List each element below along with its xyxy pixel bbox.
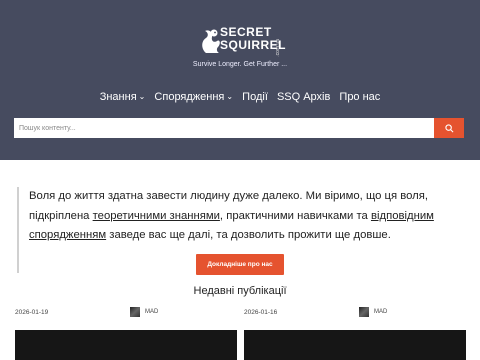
site-tagline: Survive Longer. Get Further ... (192, 61, 288, 68)
avatar (130, 307, 140, 317)
avatar (359, 307, 369, 317)
chevron-down-icon: ⌄ (138, 92, 146, 101)
nav-item-label: Знання (99, 91, 137, 103)
nav-item-label: Події (242, 91, 268, 103)
post-author[interactable]: MAD (130, 307, 158, 317)
logo-text-secret: SECRET (220, 25, 272, 39)
search-bar (14, 118, 464, 138)
nav-item-label: Спорядження (154, 91, 225, 103)
nav-item-pro-nas[interactable]: Про нас (339, 91, 380, 103)
recent-posts-title: Недавні публікації (193, 285, 287, 297)
post-thumbnail[interactable] (244, 330, 466, 360)
site-header: SECRET SQUIRREL .com.ua Survive Longer. … (0, 0, 480, 160)
main-nav: Знання ⌄ Спорядження ⌄ Події SSQ Архів Про… (0, 91, 480, 103)
nav-item-label: Про нас (339, 91, 381, 103)
nav-item-znannia[interactable]: Знання ⌄ (100, 91, 146, 103)
link-theoretical-knowledge[interactable]: теоретичними знаннями (93, 210, 220, 222)
post-author[interactable]: MAD (359, 307, 387, 317)
intro-text: заведе вас ще далі, та дозволить прожити… (106, 229, 391, 241)
logo-domain: .com.ua (275, 39, 281, 57)
nav-item-podii[interactable]: Події (242, 91, 268, 103)
post-thumbnail[interactable] (15, 330, 237, 360)
about-us-button[interactable]: Докладніше про нас (196, 254, 284, 275)
post-author-name: MAD (374, 309, 388, 315)
chevron-down-icon: ⌄ (226, 92, 234, 101)
nav-item-ssq-arkhiv[interactable]: SSQ Архів (277, 91, 330, 103)
nav-item-label: SSQ Архів (276, 91, 331, 103)
nav-item-sporiadzhennia[interactable]: Спорядження ⌄ (154, 91, 233, 103)
search-icon (444, 123, 453, 132)
squirrel-logo-icon (202, 29, 220, 53)
intro-text: , практичними навичками та (219, 209, 371, 222)
search-button[interactable] (434, 118, 464, 138)
post-date: 2026-01-16 (244, 309, 278, 316)
post-date: 2026-01-19 (15, 309, 49, 316)
post-author-name: MAD (145, 309, 159, 315)
search-input[interactable] (14, 118, 434, 138)
site-logo[interactable]: SECRET SQUIRREL .com.ua (200, 24, 290, 58)
